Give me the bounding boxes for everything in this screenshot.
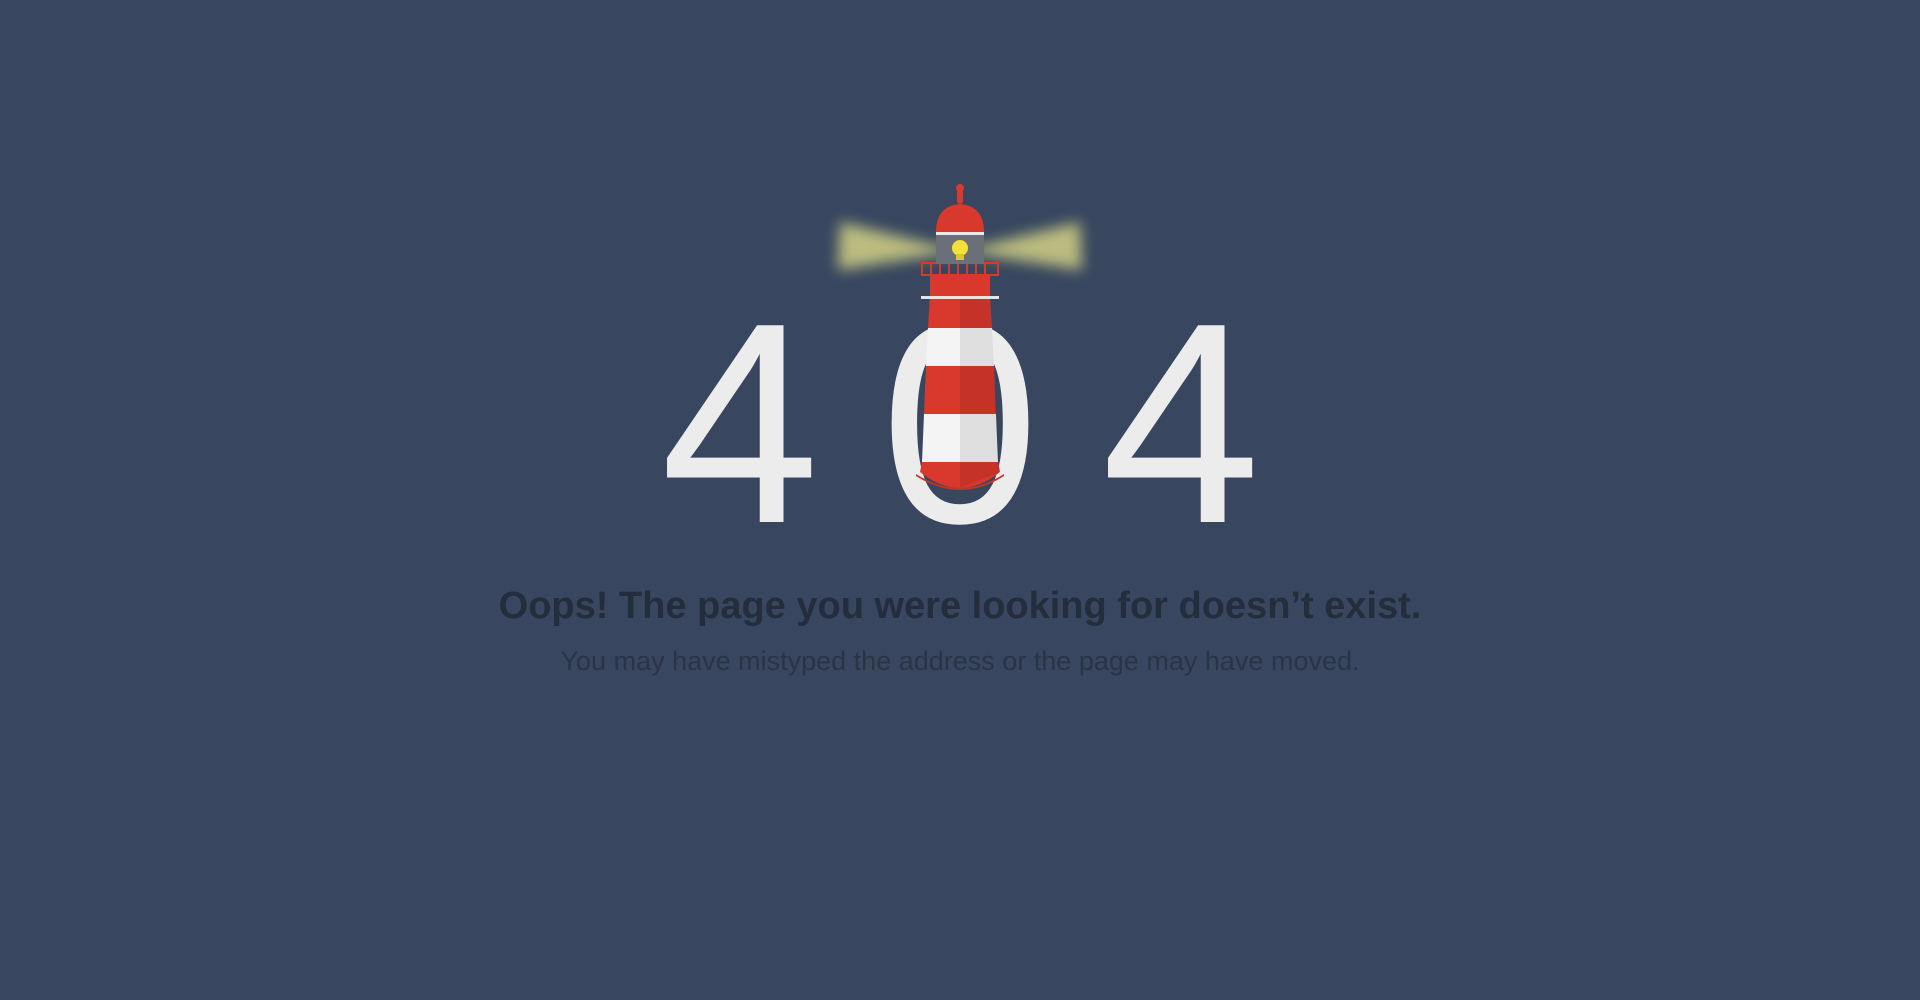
error-headline: Oops! The page you were looking for does… bbox=[498, 585, 1422, 627]
error-page: 4 0 4 bbox=[0, 0, 1920, 1000]
error-subline: You may have mistyped the address or the… bbox=[560, 646, 1360, 676]
lamp-icon bbox=[952, 240, 968, 256]
digit-left: 4 bbox=[660, 263, 819, 540]
error-code-graphic: 4 0 4 bbox=[640, 170, 1280, 540]
lighthouse-icon bbox=[916, 184, 1004, 490]
error-code-svg: 4 0 4 bbox=[660, 184, 1261, 540]
digit-right: 4 bbox=[1101, 263, 1260, 540]
